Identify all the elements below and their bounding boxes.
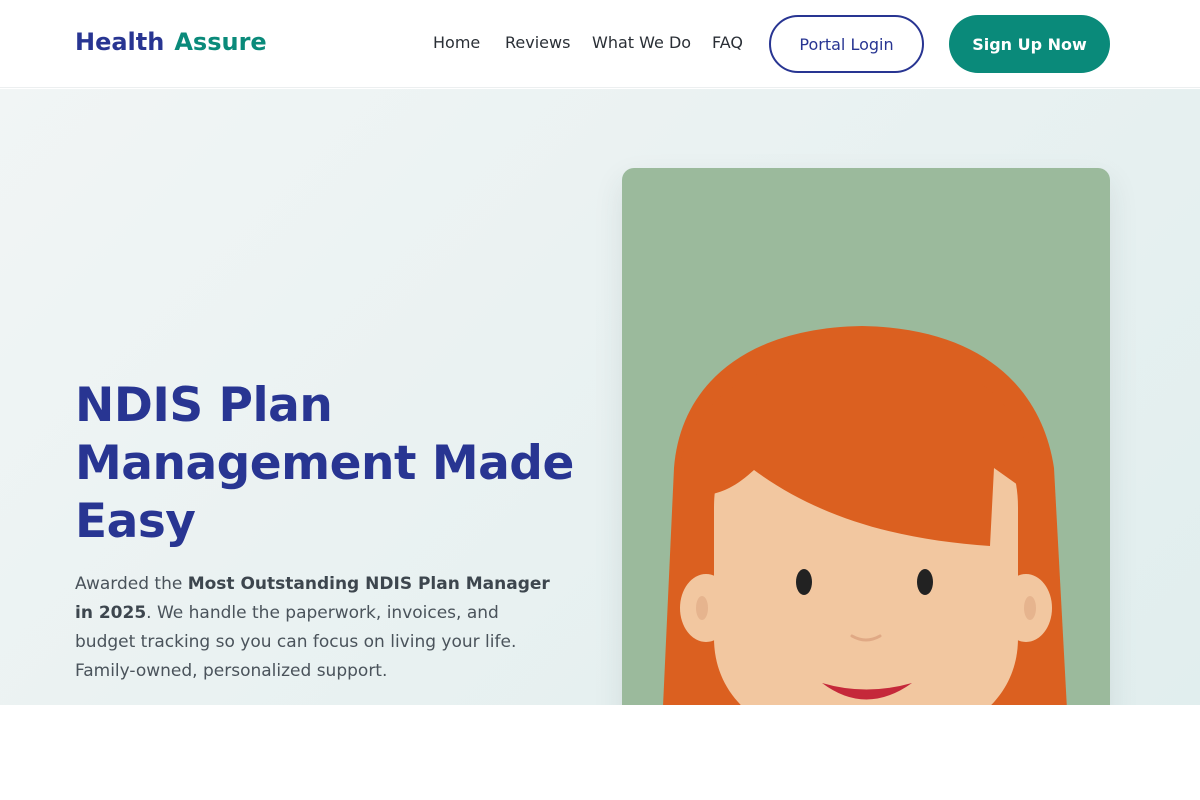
nav-link-faq[interactable]: FAQ (712, 33, 743, 52)
sign-up-now-button[interactable]: Sign Up Now (949, 15, 1110, 73)
hero-description: Awarded the Most Outstanding NDIS Plan M… (75, 570, 555, 686)
nav-link-reviews[interactable]: Reviews (505, 33, 570, 52)
hero-title: NDIS Plan Management Made Easy (75, 378, 574, 549)
right-ear-inner (1024, 596, 1036, 620)
portal-login-button[interactable]: Portal Login (769, 15, 924, 73)
logo-word-health: Health (75, 28, 165, 56)
page: Health Assure Home Reviews What We Do FAQ… (0, 0, 1200, 800)
woman-avatar-illustration-icon (663, 326, 1067, 705)
left-eye (796, 569, 812, 595)
hero-illustration (622, 168, 1110, 705)
nav-link-what-we-do[interactable]: What We Do (592, 33, 691, 52)
site-header: Health Assure Home Reviews What We Do FAQ… (0, 0, 1200, 88)
hero-description-lead: Awarded the (75, 574, 188, 594)
logo-word-assure: Assure (174, 28, 267, 56)
right-eye (917, 569, 933, 595)
hero-section: NDIS Plan Management Made Easy Awarded t… (0, 89, 1200, 705)
nav-link-home[interactable]: Home (433, 33, 480, 52)
left-ear-inner (696, 596, 708, 620)
site-logo[interactable]: Health Assure (75, 28, 267, 56)
